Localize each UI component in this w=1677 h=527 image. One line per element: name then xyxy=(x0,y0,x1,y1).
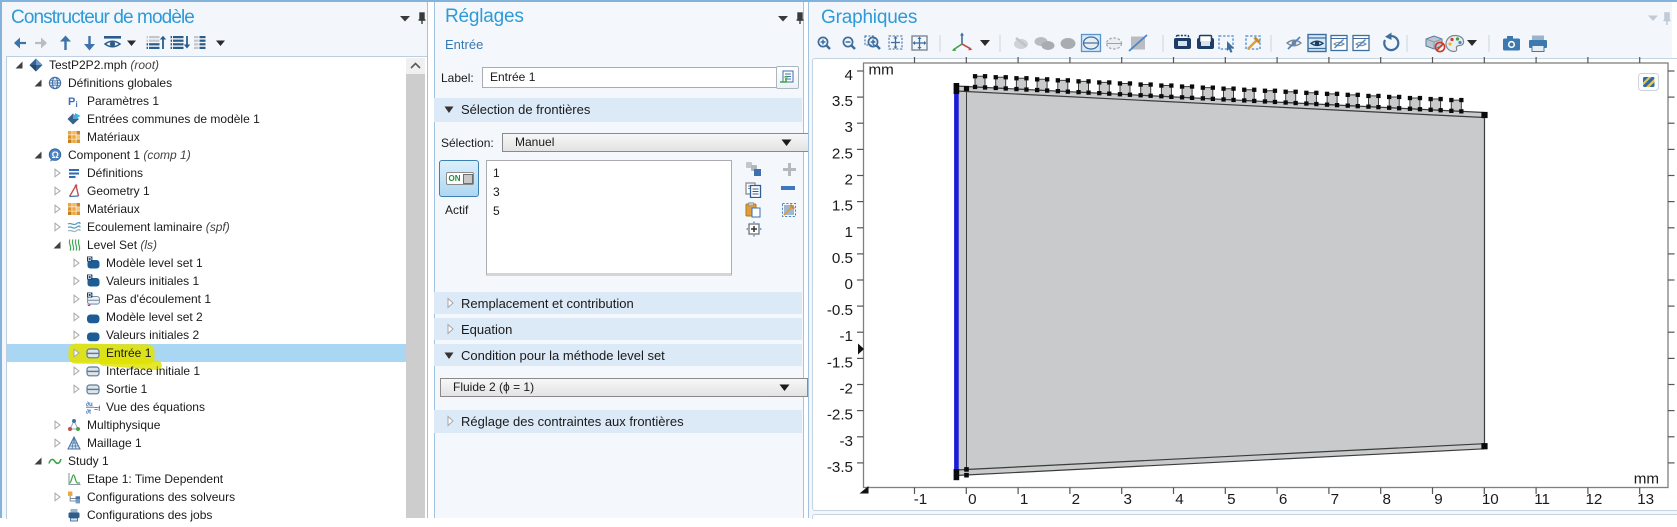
svg-text:2.5: 2.5 xyxy=(832,145,853,162)
svg-text:D: D xyxy=(88,292,92,298)
svg-text:-2: -2 xyxy=(839,381,853,398)
svg-text:0.5: 0.5 xyxy=(832,250,853,267)
svg-text:5: 5 xyxy=(1227,491,1235,508)
svg-text:mm: mm xyxy=(1634,470,1659,487)
svg-text:6: 6 xyxy=(1279,491,1287,508)
svg-text:-3: -3 xyxy=(839,433,853,450)
svg-text:2: 2 xyxy=(1072,491,1080,508)
svg-text:8: 8 xyxy=(1382,491,1390,508)
svg-text:10: 10 xyxy=(1482,491,1499,508)
svg-text:-3.5: -3.5 xyxy=(827,459,853,476)
svg-text:4: 4 xyxy=(845,67,853,84)
svg-text:∂t: ∂t xyxy=(86,408,91,414)
svg-text:3: 3 xyxy=(1123,491,1131,508)
svg-text:1: 1 xyxy=(845,224,853,241)
svg-text:9: 9 xyxy=(1434,491,1442,508)
svg-text:i: i xyxy=(76,100,78,108)
svg-text:D: D xyxy=(88,274,92,280)
svg-text:Ω: Ω xyxy=(52,150,59,160)
svg-text:4: 4 xyxy=(1175,491,1183,508)
svg-text:12: 12 xyxy=(1585,491,1602,508)
svg-text:0: 0 xyxy=(968,491,976,508)
svg-text:-0.5: -0.5 xyxy=(827,302,853,319)
svg-text:-1.5: -1.5 xyxy=(827,354,853,371)
svg-text:3.5: 3.5 xyxy=(832,93,853,110)
svg-text:11: 11 xyxy=(1534,491,1550,508)
svg-text:=f: =f xyxy=(94,406,100,413)
svg-text:3: 3 xyxy=(845,119,853,136)
svg-text:mm: mm xyxy=(869,62,894,79)
svg-text:13: 13 xyxy=(1637,491,1654,508)
svg-text:D: D xyxy=(88,256,92,262)
svg-text:-1: -1 xyxy=(839,328,853,345)
svg-text:-2.5: -2.5 xyxy=(827,407,853,424)
svg-text:1.5: 1.5 xyxy=(832,198,853,215)
svg-text:2: 2 xyxy=(845,172,853,189)
svg-text:P: P xyxy=(68,96,75,108)
svg-text:1: 1 xyxy=(1020,491,1028,508)
svg-text:0: 0 xyxy=(845,276,853,293)
svg-text:7: 7 xyxy=(1331,491,1339,508)
svg-text:-1: -1 xyxy=(914,491,928,508)
